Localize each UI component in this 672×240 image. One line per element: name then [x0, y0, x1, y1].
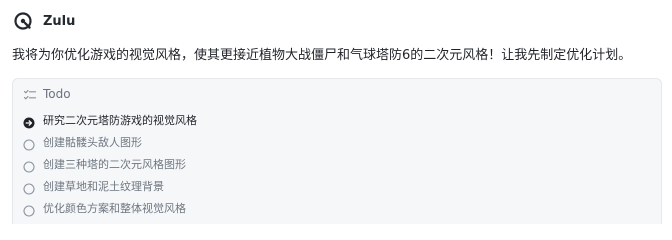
- todo-item-label: 研究二次元塔防游戏的视觉风格: [43, 114, 197, 127]
- todo-panel: Todo 研究二次元塔防游戏的视觉风格 创建骷髅头敌人图形 创建三种塔的二次元风…: [12, 78, 662, 224]
- empty-circle-icon: [23, 158, 35, 173]
- assistant-header: Zulu: [12, 10, 75, 32]
- empty-circle-icon: [23, 136, 35, 151]
- empty-circle-icon: [23, 202, 35, 217]
- empty-circle-icon: [23, 180, 35, 195]
- todo-item[interactable]: 创建骷髅头敌人图形: [23, 131, 197, 153]
- todo-header: Todo: [23, 85, 71, 103]
- todo-list: 研究二次元塔防游戏的视觉风格 创建骷髅头敌人图形 创建三种塔的二次元风格图形 创…: [23, 109, 197, 219]
- todo-item-label: 创建三种塔的二次元风格图形: [43, 158, 186, 171]
- todo-item-label: 创建草地和泥土纹理背景: [43, 180, 164, 193]
- checklist-icon: [23, 87, 37, 101]
- assistant-name: Zulu: [43, 13, 76, 29]
- todo-item[interactable]: 研究二次元塔防游戏的视觉风格: [23, 109, 197, 131]
- todo-item[interactable]: 优化颜色方案和整体视觉风格: [23, 197, 197, 219]
- todo-item[interactable]: 创建三种塔的二次元风格图形: [23, 153, 197, 175]
- arrow-circle-icon: [23, 114, 35, 129]
- todo-item[interactable]: 创建草地和泥土纹理背景: [23, 175, 197, 197]
- assistant-message: 我将为你优化游戏的视觉风格，使其更接近植物大战僵尸和气球塔防6的二次元风格！让我…: [12, 48, 632, 63]
- chat-page: Zulu 我将为你优化游戏的视觉风格，使其更接近植物大战僵尸和气球塔防6的二次元…: [0, 0, 672, 224]
- zulu-logo-icon: [12, 10, 34, 32]
- todo-title: Todo: [43, 87, 71, 101]
- todo-item-label: 优化颜色方案和整体视觉风格: [43, 202, 186, 215]
- todo-item-label: 创建骷髅头敌人图形: [43, 136, 142, 149]
